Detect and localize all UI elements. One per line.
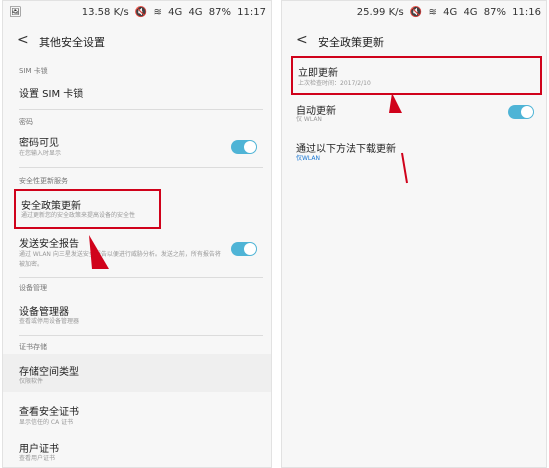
network-speed: 25.99 K/s <box>356 7 404 18</box>
annotation-arrow <box>389 93 402 113</box>
send-security-report-item[interactable]: 发送安全报告 <box>19 235 79 250</box>
divider <box>19 167 263 168</box>
password-visible-desc: 在您输入时显示 <box>19 150 62 157</box>
annotation-box <box>14 189 161 229</box>
user-certs-item[interactable]: 用户证书 <box>19 440 59 455</box>
divider <box>19 335 263 336</box>
auto-update-toggle[interactable] <box>508 105 534 119</box>
password-visible-setting[interactable]: 密码可见 <box>19 134 59 149</box>
sim-lock-setting[interactable]: 设置 SIM 卡锁 <box>19 85 83 100</box>
signal-label-2: 4G <box>463 7 478 18</box>
clock: 11:16 <box>512 7 541 18</box>
signal-label-1: 4G <box>168 7 183 18</box>
network-speed: 13.58 K/s <box>81 7 129 18</box>
divider <box>19 109 263 110</box>
send-security-report-desc: 通过 WLAN 向三星发送安全报告以便进行威胁分析。发送之前，所有报告将被加密。 <box>19 251 221 268</box>
mute-icon: 🔇 <box>134 7 148 18</box>
gallery-notification-icon: 🖼 <box>9 7 22 18</box>
wifi-icon: ≋ <box>428 7 437 18</box>
device-admin-item[interactable]: 设备管理器 <box>19 303 69 318</box>
download-method-value: 仅WLAN <box>296 155 321 162</box>
view-security-certs-desc: 显示信任的 CA 证书 <box>19 419 74 426</box>
left-screen: 🖼 13.58 K/s 🔇 ≋ 4G 4G 87% 11:17 < 其他安全设置… <box>2 0 272 468</box>
send-security-report-toggle[interactable] <box>231 242 257 256</box>
clock: 11:17 <box>237 7 266 18</box>
app-bar: < 其他安全设置 <box>3 27 271 57</box>
view-security-certs-item[interactable]: 查看安全证书 <box>19 403 79 418</box>
device-admin-desc: 查看或停用设备管理器 <box>19 318 80 325</box>
signal-label-2: 4G <box>188 7 203 18</box>
app-bar: < 安全政策更新 <box>282 27 546 57</box>
annotation-stroke <box>401 152 408 184</box>
page-title: 其他安全设置 <box>39 36 105 49</box>
storage-type-value: 仅限软件 <box>19 378 44 385</box>
wifi-icon: ≋ <box>153 7 162 18</box>
status-bar: 25.99 K/s 🔇 ≋ 4G 4G 87% 11:16 <box>282 1 546 27</box>
section-header-password: 密码 <box>19 118 33 126</box>
password-visible-toggle[interactable] <box>231 140 257 154</box>
signal-label-1: 4G <box>443 7 458 18</box>
user-certs-desc: 查看用户证书 <box>19 455 56 462</box>
download-method-item[interactable]: 通过以下方法下载更新 <box>296 140 396 155</box>
section-header-device: 设备管理 <box>19 284 47 292</box>
section-header-credential: 证书存储 <box>19 343 47 351</box>
status-bar: 🖼 13.58 K/s 🔇 ≋ 4G 4G 87% 11:17 <box>3 1 271 27</box>
battery-level: 87% <box>483 7 506 18</box>
divider <box>19 277 263 278</box>
page-title: 安全政策更新 <box>318 36 384 49</box>
back-arrow-icon[interactable]: < <box>296 32 308 48</box>
section-header-sim: SIM 卡锁 <box>19 67 48 75</box>
mute-icon: 🔇 <box>409 7 423 18</box>
storage-type-item[interactable]: 存储空间类型 <box>19 363 79 378</box>
annotation-arrow <box>89 235 109 269</box>
right-screen: 25.99 K/s 🔇 ≋ 4G 4G 87% 11:16 < 安全政策更新 立… <box>281 0 547 468</box>
battery-level: 87% <box>208 7 231 18</box>
section-header-policy: 安全性更新服务 <box>19 177 68 185</box>
annotation-box <box>291 56 542 95</box>
back-arrow-icon[interactable]: < <box>17 32 29 48</box>
auto-update-desc: 仅 WLAN <box>296 116 322 123</box>
